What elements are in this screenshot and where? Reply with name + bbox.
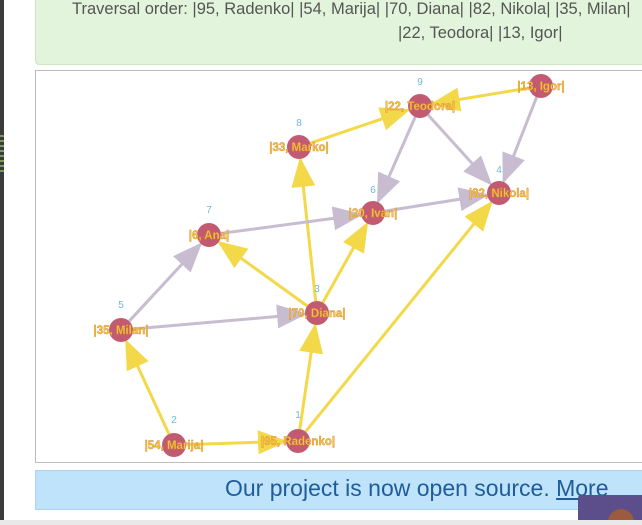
traversal-order-panel: Traversal order: |95, Radenko| |54, Mari… <box>35 0 642 65</box>
node-order-teodora: 9 <box>417 77 423 88</box>
node-label-ivan: |20, Ivan| <box>349 208 398 220</box>
edge-diana-ana <box>217 240 309 308</box>
node-label-diana: |70, Diana| <box>289 308 346 320</box>
node-order-marko: 8 <box>296 118 302 129</box>
edge-milan-diana <box>132 304 308 331</box>
edge-radenko-diana <box>298 322 323 430</box>
node-label-igor: |13, Igor| <box>517 81 564 93</box>
node-milan[interactable]: |35, Milan| 5 <box>93 300 149 342</box>
graph-svg[interactable]: |95, Radenko|1|54, Marija|2|70, Diana|3|… <box>36 71 642 462</box>
traversal-order-text: Traversal order: |95, Radenko| |54, Mari… <box>72 0 631 18</box>
window-bottom-edge <box>0 520 642 525</box>
graph-edges <box>125 86 539 455</box>
open-source-text: Our project is now open source. <box>225 475 550 501</box>
graph-nodes[interactable]: |95, Radenko|1|54, Marija|2|70, Diana|3|… <box>93 74 565 457</box>
node-ivan[interactable]: |20, Ivan| 6 <box>348 185 398 225</box>
node-label-marija: |54, Marija| <box>145 440 204 452</box>
node-label-marko: |33, Marko| <box>269 142 329 154</box>
node-order-milan: 5 <box>118 300 124 311</box>
node-diana[interactable]: |70, Diana| 3 <box>288 284 346 325</box>
graph-canvas[interactable]: |95, Radenko| 1 |54, Marija| 2 |70, Diana| 3 |… <box>35 70 642 463</box>
traversal-order-continuation: |22, Teodora| |13, Igor| <box>398 24 563 42</box>
left-edge-marks <box>0 135 4 175</box>
node-order-ivan: 6 <box>370 185 376 196</box>
node-label-radenko: |95, Radenko| <box>261 436 335 448</box>
node-order-ana: 7 <box>206 205 212 216</box>
node-label-ana: |6, Ana| <box>189 230 230 242</box>
edge-diana-marko <box>291 156 318 302</box>
node-radenko[interactable]: |95, Radenko| 1 <box>261 410 335 453</box>
open-source-message: Our project is now open source. More <box>225 475 609 502</box>
node-order-marija: 2 <box>171 415 177 426</box>
node-igor[interactable]: |13, Igor| <box>517 74 565 98</box>
node-marija[interactable]: |54, Marija| 2 <box>144 415 204 457</box>
node-label-nikola: |82, Nikola| <box>469 188 529 200</box>
node-label-teodora: |22, Teodora| <box>385 101 455 113</box>
edge-igor-nikola <box>502 96 539 184</box>
left-window-edge <box>0 0 4 520</box>
edge-marko-teodora <box>309 107 411 145</box>
edge-marija-milan <box>125 339 171 435</box>
node-label-milan: |35, Milan| <box>93 325 148 337</box>
edge-ana-ivan <box>220 206 364 235</box>
open-source-banner: Our project is now open source. More <box>35 470 642 510</box>
node-ana[interactable]: |6, Ana| 7 <box>189 205 230 247</box>
edge-teodora-ivan <box>376 116 417 204</box>
node-teodora[interactable]: |22, Teodora| 9 <box>385 77 455 118</box>
node-order-diana: 3 <box>314 284 320 295</box>
edge-teodora-nikola <box>426 113 493 186</box>
edge-diana-ivan <box>321 221 369 304</box>
node-order-radenko: 1 <box>295 410 301 421</box>
node-order-nikola: 4 <box>496 165 502 176</box>
edge-milan-ana <box>128 242 203 323</box>
